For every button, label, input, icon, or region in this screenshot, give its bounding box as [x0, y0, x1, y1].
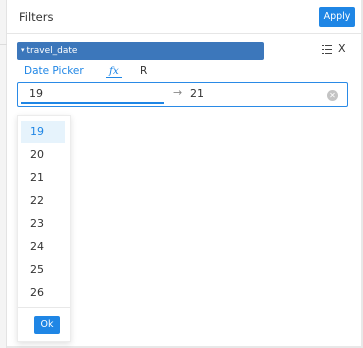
- range-start-value[interactable]: 19: [29, 87, 43, 100]
- ok-button[interactable]: Ok: [34, 316, 60, 334]
- date-range-input[interactable]: 19 → 21 ✕: [17, 82, 348, 107]
- caret-down-icon[interactable]: ▾: [21, 46, 25, 54]
- dropdown-option[interactable]: 22: [21, 190, 65, 212]
- day-dropdown: 19 20 21 22 23 24 25 26 Ok: [17, 115, 71, 342]
- dropdown-option[interactable]: 25: [21, 259, 65, 281]
- close-filter-icon[interactable]: X: [338, 42, 346, 56]
- dropdown-option[interactable]: 20: [21, 144, 65, 166]
- filters-header: Filters Apply: [7, 0, 361, 34]
- panel-title: Filters: [19, 10, 54, 24]
- range-end-value[interactable]: 21: [190, 87, 204, 100]
- tab-date-picker[interactable]: Date Picker: [24, 65, 84, 77]
- filter-field-bar[interactable]: ▾ travel_date: [17, 42, 264, 60]
- dropdown-divider: [18, 307, 70, 308]
- dropdown-option[interactable]: 21: [21, 167, 65, 189]
- dropdown-option[interactable]: 23: [21, 213, 65, 235]
- active-input-underline: [21, 102, 164, 104]
- clear-icon[interactable]: ✕: [327, 90, 338, 101]
- dropdown-option[interactable]: 24: [21, 236, 65, 258]
- tab-r[interactable]: R: [140, 65, 147, 77]
- dropdown-option[interactable]: 26: [21, 282, 65, 304]
- apply-button[interactable]: Apply: [319, 7, 355, 27]
- edge-divider: [0, 44, 7, 45]
- list-icon[interactable]: [322, 45, 332, 54]
- filter-field-name: travel_date: [26, 46, 78, 56]
- dropdown-option[interactable]: 19: [21, 121, 65, 143]
- left-panel-edge: [0, 0, 7, 348]
- tab-fx[interactable]: fx: [106, 65, 122, 78]
- range-separator-arrow: →: [173, 86, 183, 99]
